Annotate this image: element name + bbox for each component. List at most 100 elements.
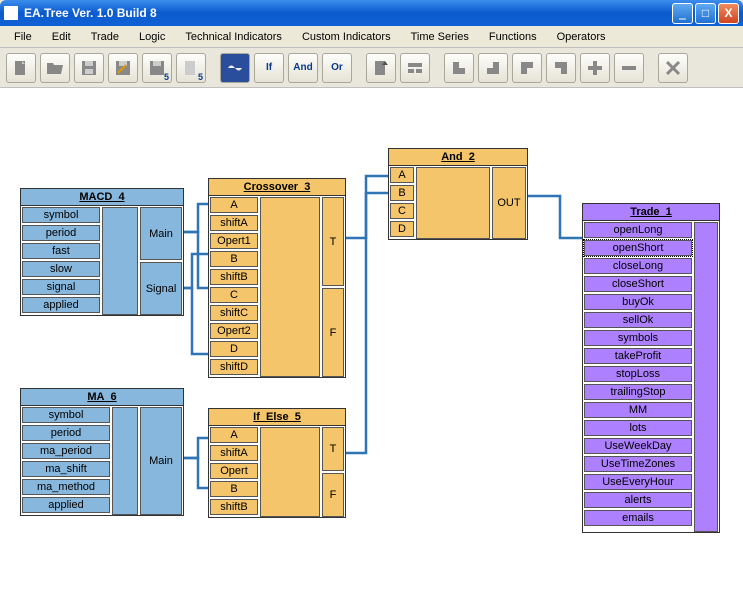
minimize-button[interactable]: ‗ — [672, 3, 693, 24]
node-title: MACD_4 — [21, 189, 183, 206]
menu-functions[interactable]: Functions — [481, 29, 545, 45]
port-a[interactable]: A — [210, 427, 258, 443]
port-a[interactable]: A — [210, 197, 258, 213]
port-mm[interactable]: MM — [584, 402, 692, 418]
port-t[interactable]: T — [322, 427, 344, 471]
port-symbols[interactable]: symbols — [584, 330, 692, 346]
port-alerts[interactable]: alerts — [584, 492, 692, 508]
close-button[interactable]: X — [718, 3, 739, 24]
port-signal-out[interactable]: Signal — [140, 262, 182, 315]
port-useweekday[interactable]: UseWeekDay — [584, 438, 692, 454]
port-opert2[interactable]: Opert2 — [210, 323, 258, 339]
port-period[interactable]: period — [22, 425, 110, 441]
port-closelong[interactable]: closeLong — [584, 258, 692, 274]
node-and2[interactable]: And_2 A B C D OUT — [388, 148, 528, 240]
port-t[interactable]: T — [322, 197, 344, 286]
port-d[interactable]: D — [210, 341, 258, 357]
menu-logic[interactable]: Logic — [131, 29, 173, 45]
save5b-icon[interactable]: 5 — [176, 53, 206, 83]
port-opert1[interactable]: Opert1 — [210, 233, 258, 249]
separator — [648, 53, 654, 83]
port-out[interactable]: OUT — [492, 167, 526, 239]
port-sellok[interactable]: sellOk — [584, 312, 692, 328]
port-period[interactable]: period — [22, 225, 100, 241]
and-button[interactable]: And — [288, 53, 318, 83]
menu-file[interactable]: File — [6, 29, 40, 45]
port-signal[interactable]: signal — [22, 279, 100, 295]
maximize-button[interactable]: □ — [695, 3, 716, 24]
node-ma6[interactable]: MA_6 symbol period ma_period ma_shift ma… — [20, 388, 184, 516]
port-emails[interactable]: emails — [584, 510, 692, 526]
canvas[interactable]: MACD_4 symbol period fast slow signal ap… — [0, 88, 743, 596]
port-f[interactable]: F — [322, 473, 344, 517]
menu-custom-indicators[interactable]: Custom Indicators — [294, 29, 399, 45]
menu-technical-indicators[interactable]: Technical Indicators — [177, 29, 290, 45]
port-ma-method[interactable]: ma_method — [22, 479, 110, 495]
node-crossover3[interactable]: Crossover_3 A shiftA Opert1 B shiftB C s… — [208, 178, 346, 378]
port-applied[interactable]: applied — [22, 497, 110, 513]
layout-icon[interactable] — [400, 53, 430, 83]
save-pencil-icon[interactable] — [108, 53, 138, 83]
port-d[interactable]: D — [390, 221, 414, 237]
port-c[interactable]: C — [390, 203, 414, 219]
menu-time-series[interactable]: Time Series — [403, 29, 477, 45]
arrow1-icon[interactable] — [444, 53, 474, 83]
menu-trade[interactable]: Trade — [83, 29, 127, 45]
port-symbol[interactable]: symbol — [22, 207, 100, 223]
open-folder-icon[interactable] — [40, 53, 70, 83]
port-useeveryhour[interactable]: UseEveryHour — [584, 474, 692, 490]
delete-icon[interactable] — [658, 53, 688, 83]
port-lots[interactable]: lots — [584, 420, 692, 436]
menu-operators[interactable]: Operators — [549, 29, 614, 45]
app-icon — [4, 6, 18, 20]
port-c[interactable]: C — [210, 287, 258, 303]
save-icon[interactable] — [74, 53, 104, 83]
export-icon[interactable] — [366, 53, 396, 83]
port-openshort[interactable]: openShort — [584, 240, 692, 256]
node-ifelse5[interactable]: If_Else_5 A shiftA Opert B shiftB T F — [208, 408, 346, 518]
port-shiftb[interactable]: shiftB — [210, 269, 258, 285]
menu-edit[interactable]: Edit — [44, 29, 79, 45]
port-b[interactable]: B — [210, 481, 258, 497]
minus-icon[interactable] — [614, 53, 644, 83]
port-main[interactable]: Main — [140, 407, 182, 515]
port-openlong[interactable]: openLong — [584, 222, 692, 238]
port-usetimezones[interactable]: UseTimeZones — [584, 456, 692, 472]
port-stoploss[interactable]: stopLoss — [584, 366, 692, 382]
world-icon[interactable] — [220, 53, 250, 83]
port-takeprofit[interactable]: takeProfit — [584, 348, 692, 364]
port-shiftd[interactable]: shiftD — [210, 359, 258, 375]
new-file-icon[interactable] — [6, 53, 36, 83]
port-fast[interactable]: fast — [22, 243, 100, 259]
port-a[interactable]: A — [390, 167, 414, 183]
port-shifta[interactable]: shiftA — [210, 445, 258, 461]
port-slow[interactable]: slow — [22, 261, 100, 277]
toolbar: 5 5 If And Or — [0, 48, 743, 88]
or-button[interactable]: Or — [322, 53, 352, 83]
plus-icon[interactable] — [580, 53, 610, 83]
port-shifta[interactable]: shiftA — [210, 215, 258, 231]
arrow2-icon[interactable] — [478, 53, 508, 83]
port-buyok[interactable]: buyOk — [584, 294, 692, 310]
node-title: Trade_1 — [583, 204, 719, 221]
node-trade1[interactable]: Trade_1 openLong openShort closeLong clo… — [582, 203, 720, 533]
node-macd4[interactable]: MACD_4 symbol period fast slow signal ap… — [20, 188, 184, 316]
port-applied[interactable]: applied — [22, 297, 100, 313]
arrow3-icon[interactable] — [512, 53, 542, 83]
port-main[interactable]: Main — [140, 207, 182, 260]
port-ma-period[interactable]: ma_period — [22, 443, 110, 459]
save5a-icon[interactable]: 5 — [142, 53, 172, 83]
port-f[interactable]: F — [322, 288, 344, 377]
port-ma-shift[interactable]: ma_shift — [22, 461, 110, 477]
port-trailingstop[interactable]: trailingStop — [584, 384, 692, 400]
port-b[interactable]: B — [210, 251, 258, 267]
port-opert[interactable]: Opert — [210, 463, 258, 479]
port-shiftc[interactable]: shiftC — [210, 305, 258, 321]
port-shiftb[interactable]: shiftB — [210, 499, 258, 515]
port-closeshort[interactable]: closeShort — [584, 276, 692, 292]
port-b[interactable]: B — [390, 185, 414, 201]
arrow4-icon[interactable] — [546, 53, 576, 83]
port-symbol[interactable]: symbol — [22, 407, 110, 423]
if-button[interactable]: If — [254, 53, 284, 83]
separator — [356, 53, 362, 83]
